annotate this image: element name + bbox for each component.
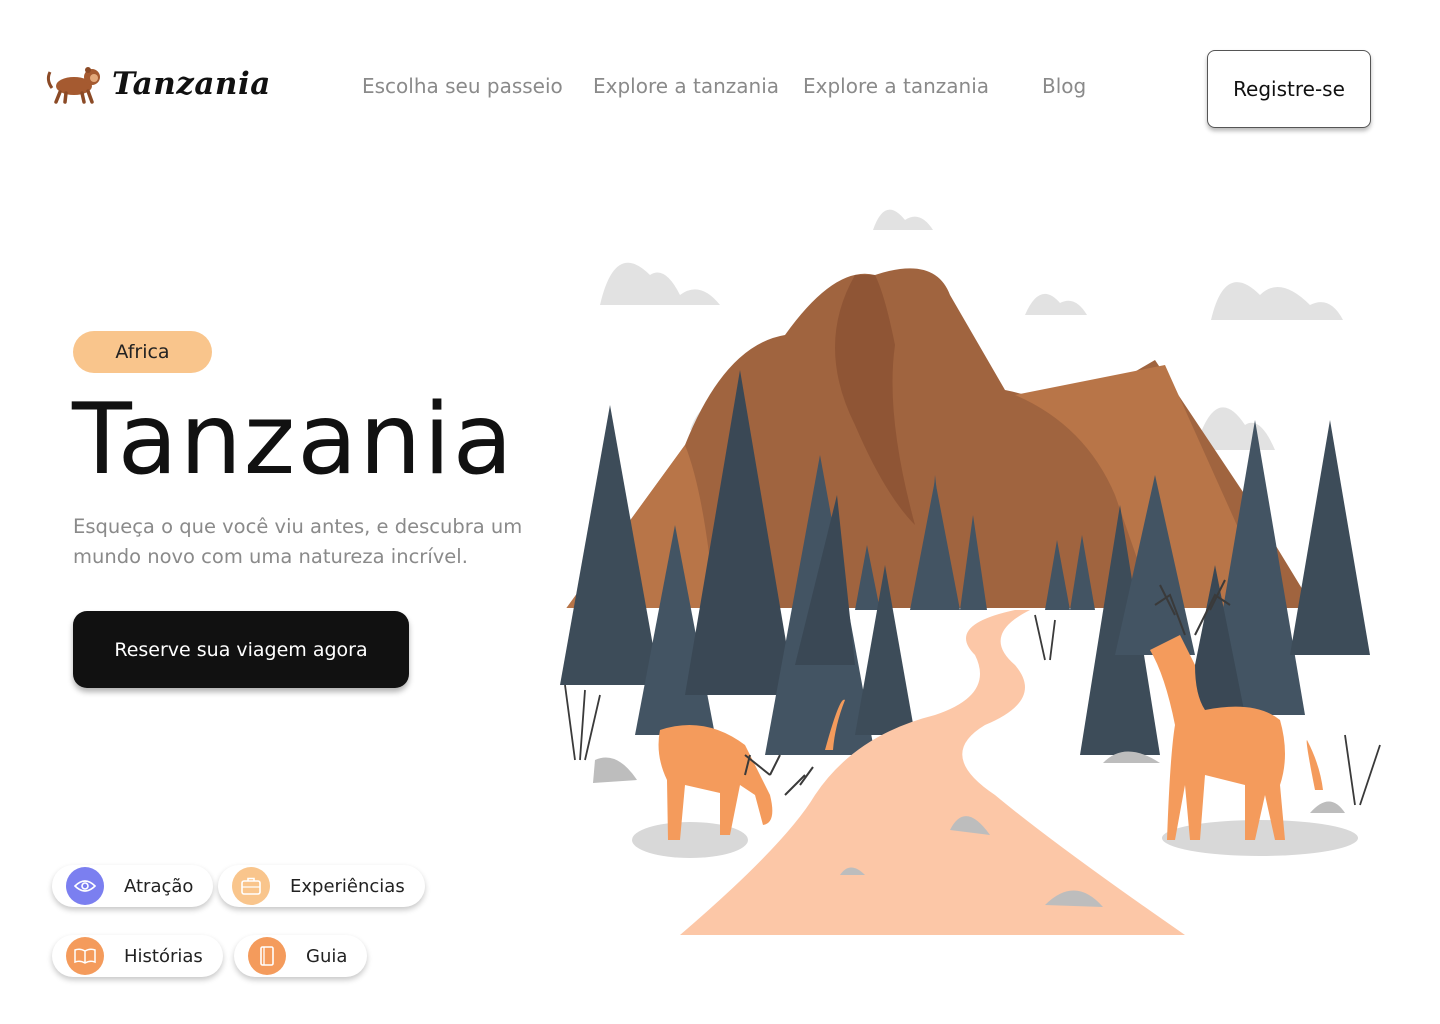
eye-icon [66,867,104,905]
nav-link-escolha-passeio[interactable]: Escolha seu passeio [362,74,563,98]
chip-label: Guia [306,945,348,967]
book-trip-button[interactable]: Reserve sua viagem agora [73,611,409,688]
nav-link-explore-2[interactable]: Explore a tanzania [803,74,989,98]
chip-atracao[interactable]: Atração [52,865,214,907]
safari-illustration [555,209,1390,945]
hero-title: Tanzania [72,383,515,497]
register-button[interactable]: Registre-se [1207,50,1371,128]
logo-text: Tanzania [112,66,271,102]
chip-experiencias[interactable]: Experiências [218,865,425,907]
briefcase-icon [232,867,270,905]
logo[interactable]: Tanzania [44,60,271,108]
region-badge: Africa [73,331,212,373]
monkey-icon [44,60,104,108]
open-book-icon [66,937,104,975]
chip-label: Experiências [290,875,405,897]
book-icon [248,937,286,975]
chip-label: Atração [124,875,194,897]
chip-historias[interactable]: Histórias [52,935,223,977]
nav-link-explore-1[interactable]: Explore a tanzania [593,74,779,98]
nav-link-blog[interactable]: Blog [1042,74,1086,98]
hero-subtitle: Esqueça o que você viu antes, e descubra… [73,515,523,568]
chip-label: Histórias [124,945,203,967]
chip-guia[interactable]: Guia [234,935,368,977]
